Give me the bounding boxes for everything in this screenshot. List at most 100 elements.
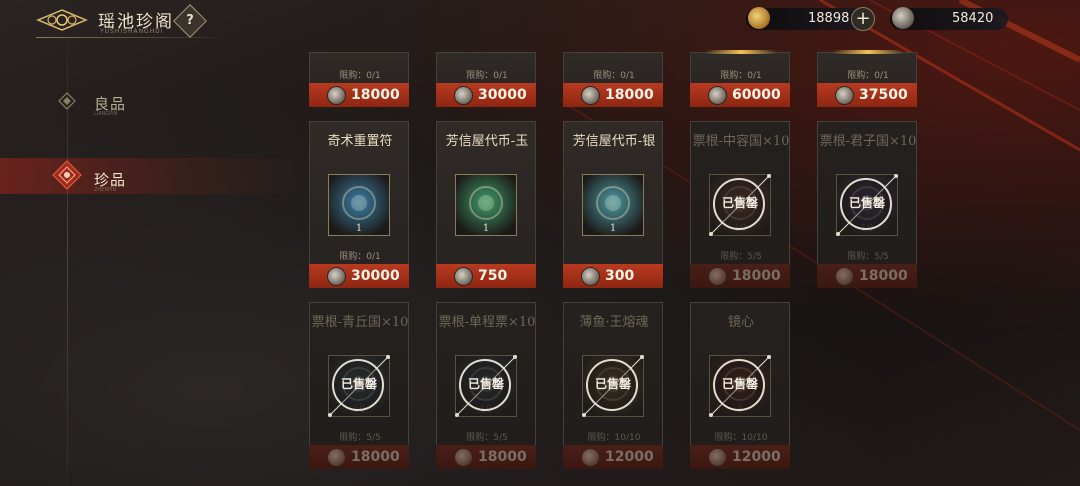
sidebar-item-liangpin[interactable]: 良品 LIANGPIN (58, 90, 218, 118)
add-currency-button[interactable]: + (851, 7, 875, 31)
shop-item-card[interactable]: 票根-君子国×10 10 已售罄 限购：5/5 18000 (817, 121, 917, 288)
silver-coin-icon (835, 86, 854, 105)
sidebar-item-zhenpin[interactable]: 珍品 ZHENPIN (0, 158, 300, 194)
shop-item-card[interactable]: 限购：0/1 18000 (309, 52, 409, 107)
diamond-icon-active (52, 160, 82, 190)
sold-out-stamp: 已售罄 (455, 355, 517, 417)
price-button[interactable]: 18000 (817, 264, 917, 288)
diamond-icon (58, 92, 76, 110)
purchase-limit: 限购：0/1 (339, 252, 381, 262)
silver-coin-icon (454, 448, 473, 467)
silver-coin-icon (581, 267, 600, 286)
price-value: 37500 (859, 87, 908, 103)
price-value: 18000 (478, 449, 527, 465)
price-value: 18000 (732, 268, 781, 284)
price-value: 18000 (605, 87, 654, 103)
item-icon-frame: 1 (582, 174, 644, 236)
price-value: 300 (605, 268, 635, 284)
shop-item-card[interactable]: 芳信屋代币-玉 1 750 (436, 121, 536, 288)
shop-item-card[interactable]: 限购：0/1 18000 (563, 52, 663, 107)
highlight-glow (832, 50, 904, 54)
price-button[interactable]: 18000 (309, 445, 409, 469)
price-button[interactable]: 18000 (563, 83, 663, 107)
help-button[interactable]: ? (173, 4, 207, 38)
item-quantity: 1 (482, 223, 490, 234)
question-icon: ? (186, 13, 194, 28)
shop-item-card[interactable]: 票根-中容国×10 10 已售罄 限购：5/5 18000 (690, 121, 790, 288)
price-button[interactable]: 37500 (817, 83, 917, 107)
silver-coin-icon (835, 267, 854, 286)
silver-currency-display: 58420 (890, 7, 1008, 30)
silver-coin-icon (581, 86, 600, 105)
title-divider (36, 37, 220, 38)
item-icon-frame: 1 (455, 174, 517, 236)
sold-out-label: 已售罄 (467, 377, 504, 391)
sold-out-label: 已售罄 (848, 196, 885, 210)
sidebar-item-sub: LIANGPIN (94, 111, 118, 117)
price-value: 12000 (605, 449, 654, 465)
sold-out-label: 已售罄 (721, 196, 758, 210)
price-button[interactable]: 12000 (563, 445, 663, 469)
price-button[interactable]: 60000 (690, 83, 790, 107)
price-button[interactable]: 18000 (690, 264, 790, 288)
shop-item-card[interactable]: 限购：0/1 30000 (436, 52, 536, 107)
sold-out-stamp: 已售罄 (582, 355, 644, 417)
price-button[interactable]: 750 (436, 264, 536, 288)
price-button[interactable]: 30000 (436, 83, 536, 107)
silver-coin-icon (708, 448, 727, 467)
price-value: 30000 (351, 268, 400, 284)
shop-item-card[interactable]: 票根-青丘国×10 10 已售罄 限购：5/5 18000 (309, 302, 409, 469)
purchase-limit: 限购：5/5 (339, 433, 381, 443)
item-name: 票根-中容国×10 (692, 134, 790, 149)
price-button[interactable]: 12000 (690, 445, 790, 469)
item-name: 票根-单程票×10 (438, 315, 536, 330)
item-quantity: 1 (609, 223, 617, 234)
sold-out-label: 已售罄 (721, 377, 758, 391)
shop-item-card[interactable]: 票根-单程票×10 10 已售罄 限购：5/5 18000 (436, 302, 536, 469)
purchase-limit: 限购：10/10 (587, 433, 641, 443)
purchase-limit: 限购：0/1 (847, 71, 889, 81)
shop-item-card[interactable]: 奇术重置符 1 限购：0/1 30000 (309, 121, 409, 288)
price-button[interactable]: 30000 (309, 264, 409, 288)
gold-currency-display: 18898 (746, 7, 864, 30)
item-name: 奇术重置符 (327, 134, 393, 149)
silver-currency-value: 58420 (952, 11, 994, 26)
price-value: 18000 (859, 268, 908, 284)
purchase-limit: 限购：0/1 (466, 71, 508, 81)
price-button[interactable]: 300 (563, 264, 663, 288)
price-value: 18000 (351, 87, 400, 103)
emblem-icon (36, 9, 88, 31)
silver-coin-icon (708, 267, 727, 286)
silver-coin-icon (454, 267, 473, 286)
silver-coin-icon (327, 86, 346, 105)
silver-coin-icon (327, 448, 346, 467)
sidebar-item-sub: ZHENPIN (94, 187, 117, 193)
silver-coin-icon (581, 448, 600, 467)
price-button[interactable]: 18000 (436, 445, 536, 469)
item-icon-frame: 1 (328, 174, 390, 236)
sold-out-label: 已售罄 (594, 377, 631, 391)
sold-out-stamp: 已售罄 (836, 174, 898, 236)
shop-item-card[interactable]: 薄鱼·王熔魂 已售罄 限购：10/10 12000 (563, 302, 663, 469)
item-name: 芳信屋代币-玉 (445, 134, 529, 149)
item-name: 票根-青丘国×10 (311, 315, 409, 330)
silver-coin-icon (892, 7, 914, 29)
highlight-glow (705, 50, 777, 54)
shop-item-card[interactable]: 镜心 1 已售罄 限购：10/10 12000 (690, 302, 790, 469)
price-button[interactable]: 18000 (309, 83, 409, 107)
gold-token-icon (748, 7, 770, 29)
purchase-limit: 限购：0/1 (593, 71, 635, 81)
purchase-limit: 限购：5/5 (847, 252, 889, 262)
shop-item-card[interactable]: 限购：0/1 60000 (690, 50, 790, 107)
top-bar: 瑶池珍阁 YUSHISHANGHUI ? 18898 + 58420 (0, 0, 1080, 40)
purchase-limit: 限购：0/1 (339, 71, 381, 81)
background-decoration (559, 0, 1080, 431)
item-name: 芳信屋代币-银 (572, 134, 656, 149)
silver-coin-icon (327, 267, 346, 286)
page-subtitle: YUSHISHANGHUI (100, 28, 164, 35)
shop-item-card[interactable]: 芳信屋代币-银 1 300 (563, 121, 663, 288)
silver-coin-icon (708, 86, 727, 105)
sold-out-stamp: 已售罄 (328, 355, 390, 417)
shop-item-card[interactable]: 限购：0/1 37500 (817, 50, 917, 107)
sold-out-label: 已售罄 (340, 377, 377, 391)
